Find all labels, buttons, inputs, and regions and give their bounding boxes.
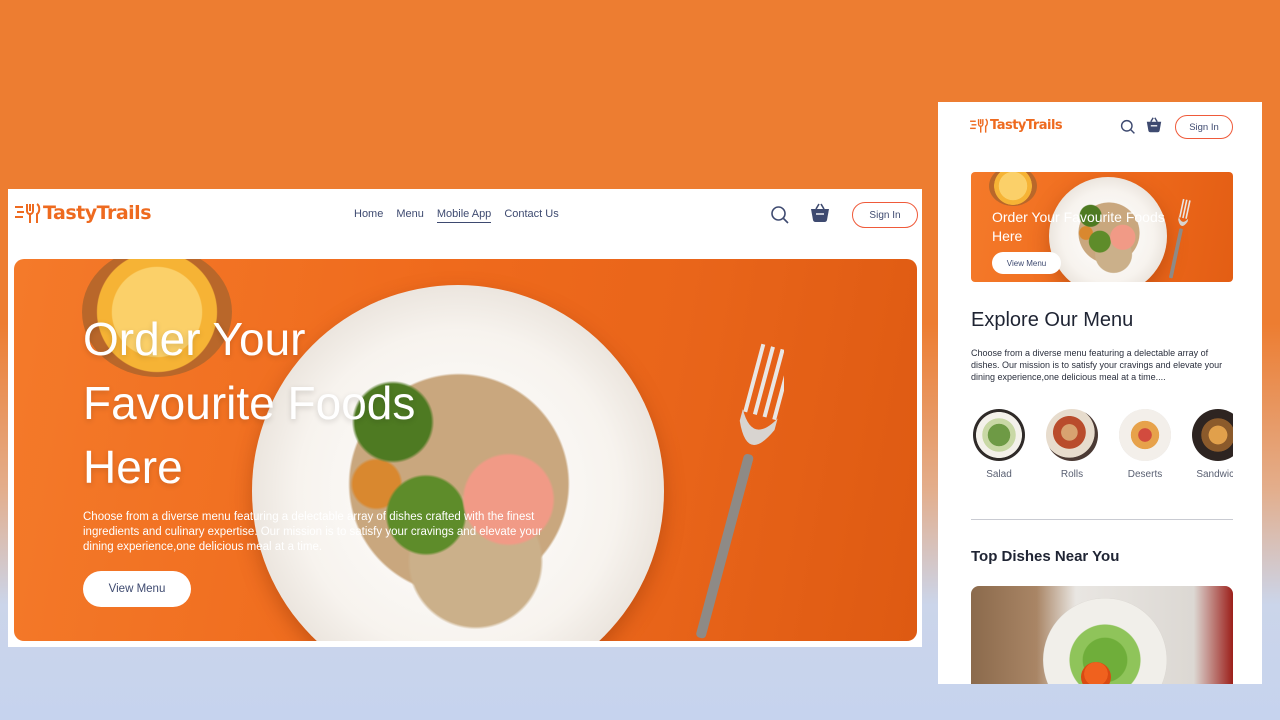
category-label: Deserts (1127, 469, 1163, 480)
search-icon (771, 206, 789, 224)
brand-name: TastyTrails (43, 202, 152, 224)
section-divider (971, 519, 1233, 520)
hero-title: Order Your Favourite Foods Here (83, 313, 416, 493)
basket-button[interactable] (810, 203, 830, 223)
brand-logo[interactable]: TastyTrails (15, 201, 152, 225)
egg-yolk-image (1081, 662, 1111, 684)
category-label: Salad (986, 469, 1012, 480)
mobile-brand-logo[interactable]: TastyTrails (970, 117, 1063, 134)
logo-icon (15, 203, 41, 223)
main-nav: Home Menu Mobile App Contact Us (354, 208, 559, 223)
basket-icon (1146, 117, 1162, 133)
brand-name: TastyTrails (990, 118, 1063, 133)
explore-menu-title: Explore Our Menu (971, 309, 1134, 331)
menu-categories: Salad Rolls Deserts Sandwich (971, 409, 1233, 489)
mobile-search-button[interactable] (1120, 119, 1136, 135)
category-salad[interactable]: Salad (971, 409, 1027, 480)
top-dishes-title: Top Dishes Near You (971, 548, 1120, 565)
deserts-image (1119, 409, 1171, 461)
nav-menu[interactable]: Menu (396, 208, 424, 223)
search-button[interactable] (770, 205, 790, 225)
desktop-header: TastyTrails Home Menu Mobile App Contact… (8, 189, 922, 249)
sign-in-button[interactable]: Sign In (852, 202, 918, 228)
search-icon (1120, 119, 1135, 134)
category-label: Sandwich (1196, 469, 1233, 480)
desktop-preview: TastyTrails Home Menu Mobile App Contact… (8, 189, 922, 647)
nav-contact-us[interactable]: Contact Us (504, 208, 558, 223)
sandwich-image (1192, 409, 1233, 461)
mobile-preview: TastyTrails Sign In Order Your Favourite… (938, 102, 1262, 684)
fork-image (696, 343, 784, 639)
view-menu-button[interactable]: View Menu (83, 571, 191, 607)
salad-image (973, 409, 1025, 461)
mobile-basket-button[interactable] (1146, 117, 1162, 133)
top-dish-card[interactable] (971, 586, 1233, 684)
nav-mobile-app[interactable]: Mobile App (436, 208, 492, 223)
hero-description: Choose from a diverse menu featuring a d… (83, 511, 542, 553)
nav-home[interactable]: Home (354, 208, 383, 223)
category-rolls[interactable]: Rolls (1044, 409, 1100, 480)
hero-banner: Order Your Favourite Foods Here Choose f… (14, 259, 917, 641)
category-sandwich[interactable]: Sandwich (1190, 409, 1233, 480)
mobile-sign-in-button[interactable]: Sign In (1175, 115, 1233, 139)
category-label: Rolls (1060, 469, 1084, 480)
lemon-bowl-image (989, 172, 1037, 206)
mobile-view-menu-button[interactable]: View Menu (992, 252, 1061, 274)
rolls-image (1046, 409, 1098, 461)
mobile-hero-title: Order Your Favourite Foods Here (992, 209, 1165, 244)
logo-icon (970, 118, 988, 133)
explore-menu-description: Choose from a diverse menu featuring a d… (971, 348, 1223, 382)
basket-icon (811, 203, 829, 222)
category-deserts[interactable]: Deserts (1117, 409, 1173, 480)
mobile-hero-banner: Order Your Favourite Foods Here View Men… (971, 172, 1233, 282)
